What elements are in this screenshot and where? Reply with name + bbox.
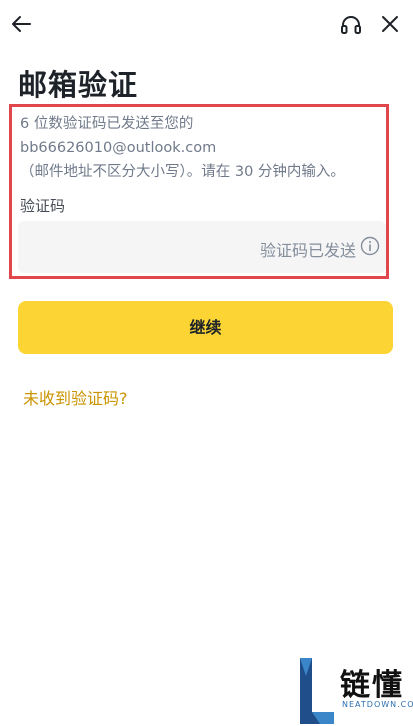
resend-code-link[interactable]: 未收到验证码?	[23, 385, 128, 409]
watermark-cn-text: 链懂	[340, 668, 404, 703]
info-line-2: （邮件地址不区分大小写）。请在 30 分钟内输入。	[20, 164, 345, 180]
continue-button[interactable]: 继续	[18, 301, 393, 354]
watermark-logo: 链懂 NEATDOWN.COM	[296, 656, 413, 726]
headset-icon[interactable]	[340, 14, 362, 36]
back-arrow-icon[interactable]	[10, 13, 32, 35]
info-line-1: 6 位数验证码已发送至您的 bb66626010@outlook.com	[20, 116, 217, 156]
code-sent-status: 验证码已发送	[259, 241, 356, 260]
verification-info-text: 6 位数验证码已发送至您的 bb66626010@outlook.com （邮件…	[20, 112, 390, 184]
page-title: 邮箱验证	[18, 68, 139, 102]
verification-code-field[interactable]: 验证码已发送	[18, 221, 386, 273]
close-icon[interactable]	[380, 14, 400, 34]
top-bar	[0, 0, 413, 50]
watermark-l-icon	[300, 658, 334, 724]
info-circle-icon[interactable]	[360, 236, 380, 256]
watermark-en-text: NEATDOWN.COM	[342, 700, 413, 709]
verification-code-input[interactable]	[30, 221, 230, 273]
code-field-label: 验证码	[20, 197, 66, 215]
